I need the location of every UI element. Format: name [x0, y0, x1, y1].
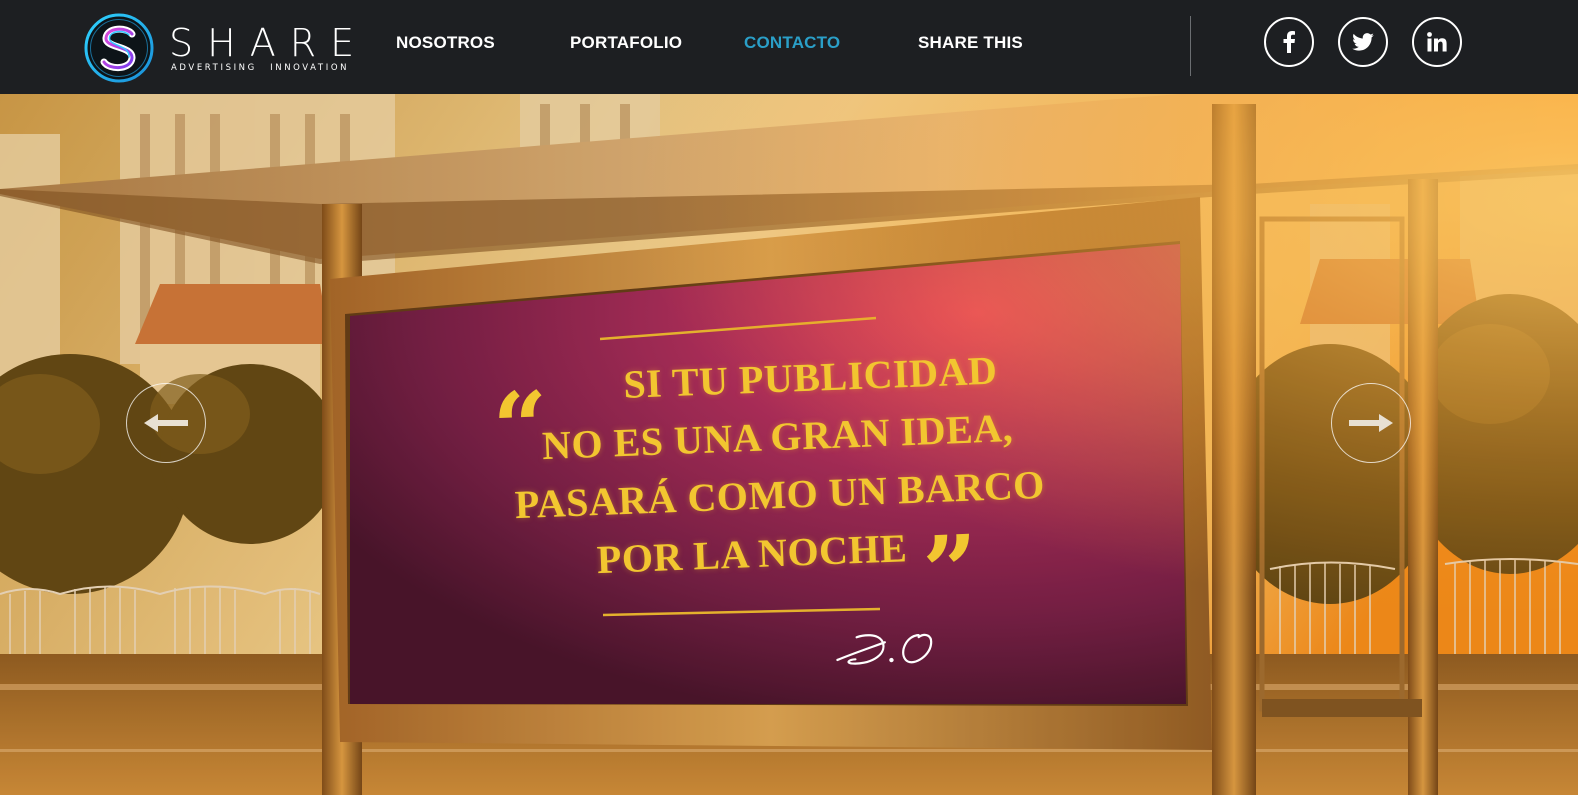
twitter-button[interactable]: [1338, 17, 1388, 67]
signature-do: [836, 633, 933, 665]
linkedin-icon: [1427, 32, 1447, 52]
linkedin-button[interactable]: [1412, 17, 1462, 67]
nav-item-nosotros[interactable]: NOSOTROS: [396, 33, 495, 53]
brand-tagline: ADVERTISING INNOVATION: [171, 63, 350, 73]
hero-slider: “ SI TU PUBLICIDAD NO ES UNA GRAN IDEA, …: [0, 94, 1578, 795]
site-header: SHARE ADVERTISING INNOVATION NOSOTROS PO…: [0, 0, 1578, 94]
nav-item-share-this[interactable]: SHARE THIS: [918, 33, 1023, 53]
twitter-icon: [1352, 33, 1374, 51]
nav-item-contacto[interactable]: CONTACTO: [744, 33, 840, 53]
nav-item-portafolio[interactable]: PORTAFOLIO: [570, 33, 682, 53]
close-quote-mark: ”: [920, 513, 981, 629]
header-divider: [1190, 16, 1191, 76]
arrow-left-icon: [144, 414, 188, 432]
facebook-icon: [1283, 31, 1295, 53]
brand-logo[interactable]: SHARE ADVERTISING INNOVATION: [83, 11, 354, 83]
billboard-quote: “ SI TU PUBLICIDAD NO ES UNA GRAN IDEA, …: [434, 337, 1125, 663]
open-quote-mark: “: [490, 369, 551, 485]
slider-next-button[interactable]: [1331, 383, 1411, 463]
slider-prev-button[interactable]: [126, 383, 206, 463]
arrow-right-icon: [1349, 414, 1393, 432]
facebook-button[interactable]: [1264, 17, 1314, 67]
brand-name: SHARE: [169, 21, 369, 65]
logo-s-icon: [84, 13, 154, 83]
